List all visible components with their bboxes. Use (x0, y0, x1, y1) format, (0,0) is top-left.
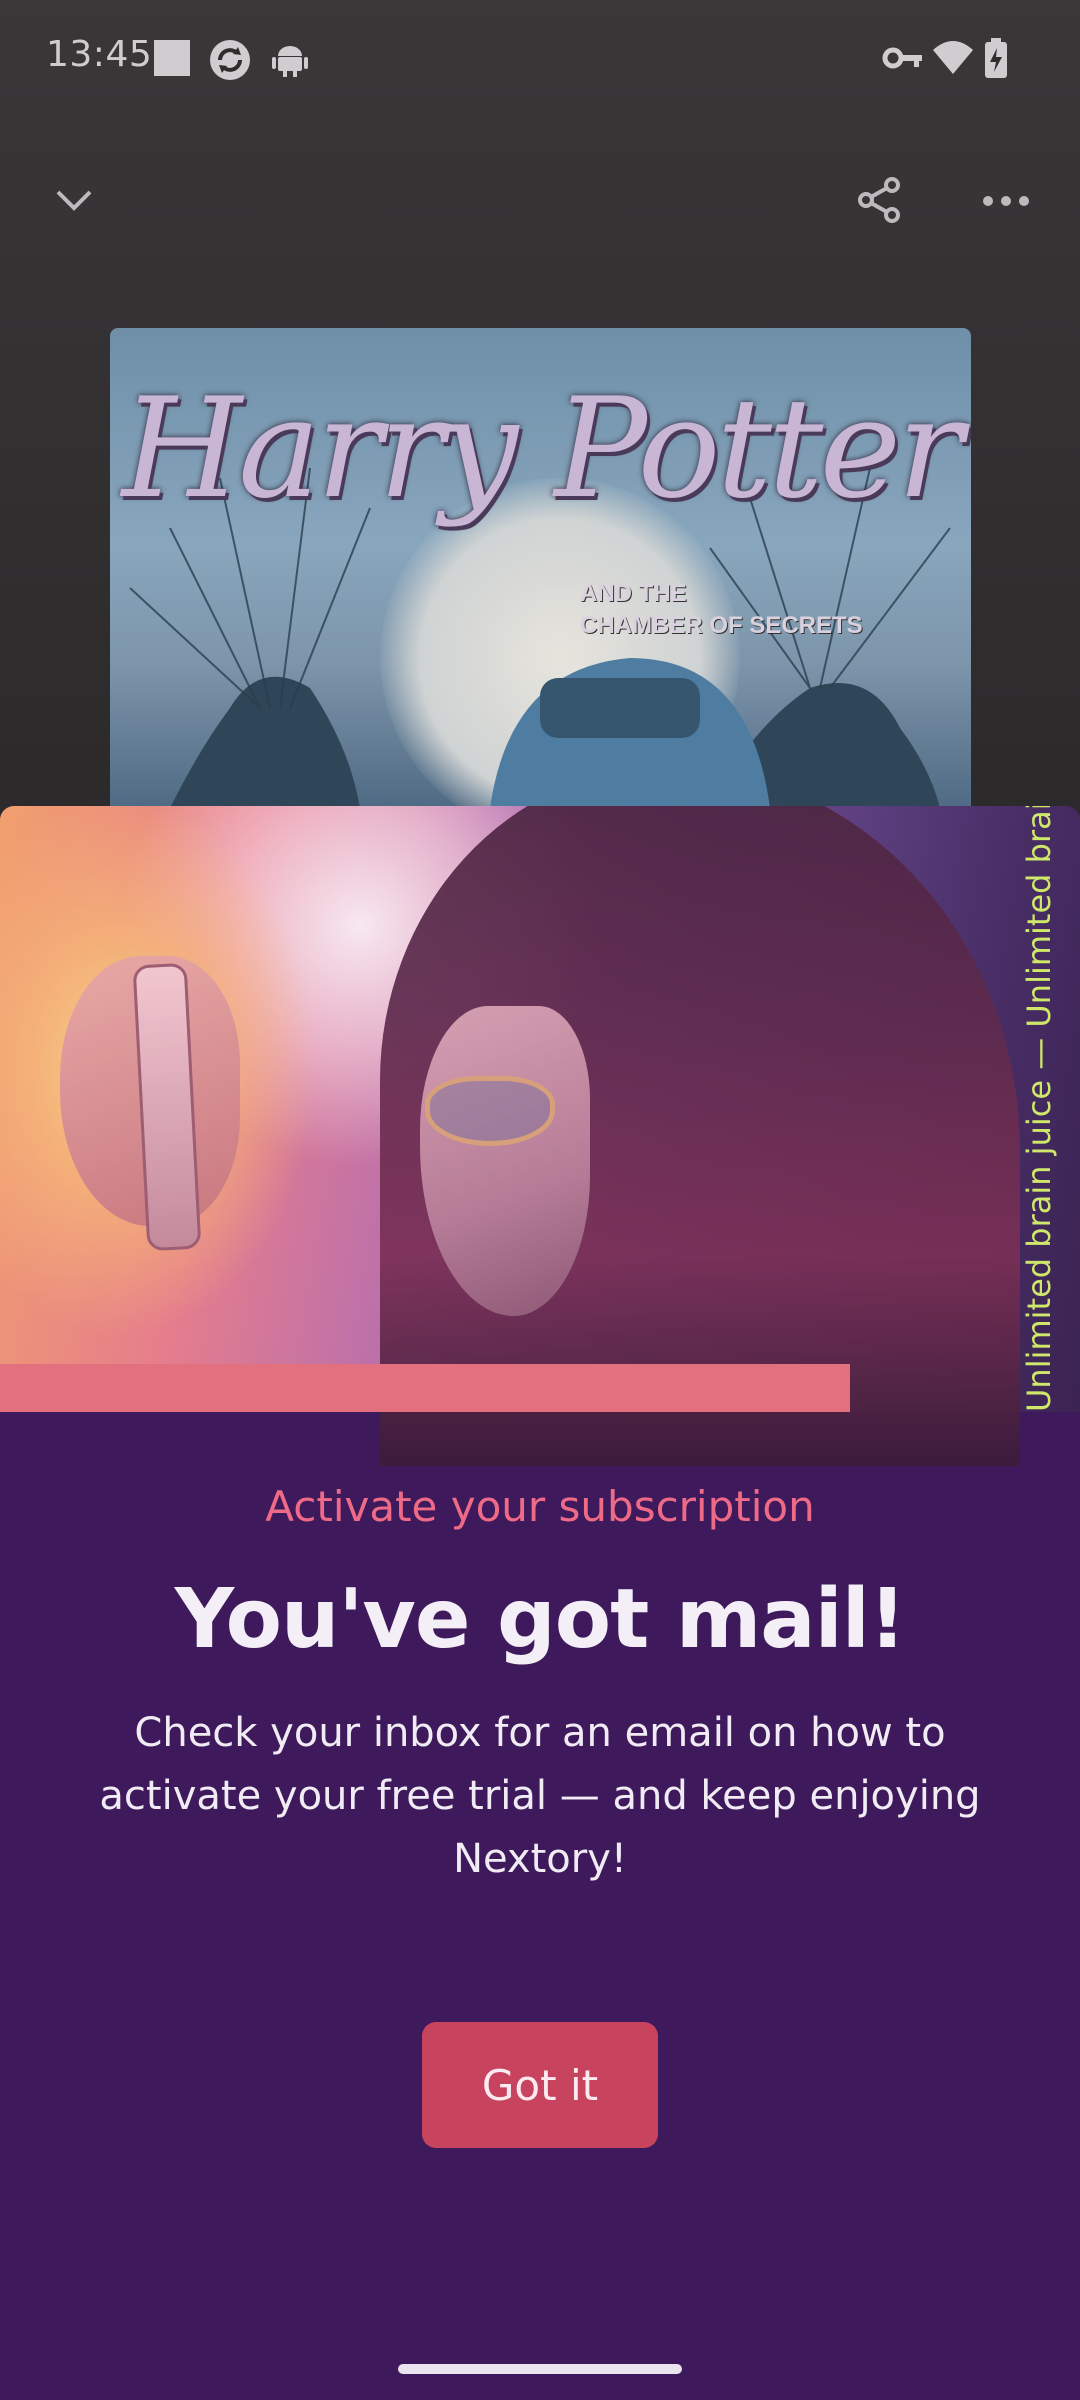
share-icon[interactable] (856, 176, 904, 228)
book-cover[interactable]: Harry Potter AND THE CHAMBER OF SECRETS (110, 328, 971, 808)
hero-pink-band (0, 1364, 850, 1412)
stop-square-icon (152, 38, 192, 82)
home-indicator[interactable] (398, 2364, 682, 2374)
battery-charging-icon (984, 38, 1008, 82)
vpn-key-icon (882, 38, 924, 82)
wifi-icon (932, 38, 974, 82)
hero-tagline-text: Unlimited brain juice — Unlimited brain … (1020, 806, 1058, 1412)
screen: 13:45 Harry Potter AND THE CHAMBER OF SE… (0, 0, 1080, 2400)
status-time: 13:45 (46, 34, 153, 75)
hero-tagline: Unlimited brain juice — Unlimited brain … (1014, 806, 1058, 1412)
cover-title: Harry Potter (121, 368, 963, 529)
subscription-modal: Unlimited brain juice — Unlimited brain … (0, 806, 1080, 2400)
modal-eyebrow: Activate your subscription (265, 1482, 815, 1531)
cover-subtitle: AND THE CHAMBER OF SECRETS (580, 578, 863, 642)
chevron-down-icon[interactable] (54, 180, 94, 224)
cover-subtitle-line1: AND THE (580, 580, 687, 607)
got-it-button[interactable]: Got it (422, 2022, 658, 2148)
hero-glasses-shape (425, 1076, 555, 1146)
modal-body: Check your inbox for an email on how to … (99, 1710, 981, 1882)
player-app-bar (0, 150, 1080, 260)
status-bar: 13:45 (0, 0, 1080, 120)
modal-headline: You've got mail! (174, 1572, 906, 1667)
more-horizontal-icon[interactable] (982, 192, 1030, 211)
android-icon (270, 38, 310, 82)
cover-subtitle-line2: CHAMBER OF SECRETS (580, 612, 863, 639)
sync-circle-icon (208, 38, 252, 86)
hero-image: Unlimited brain juice — Unlimited brain … (0, 806, 1080, 1466)
